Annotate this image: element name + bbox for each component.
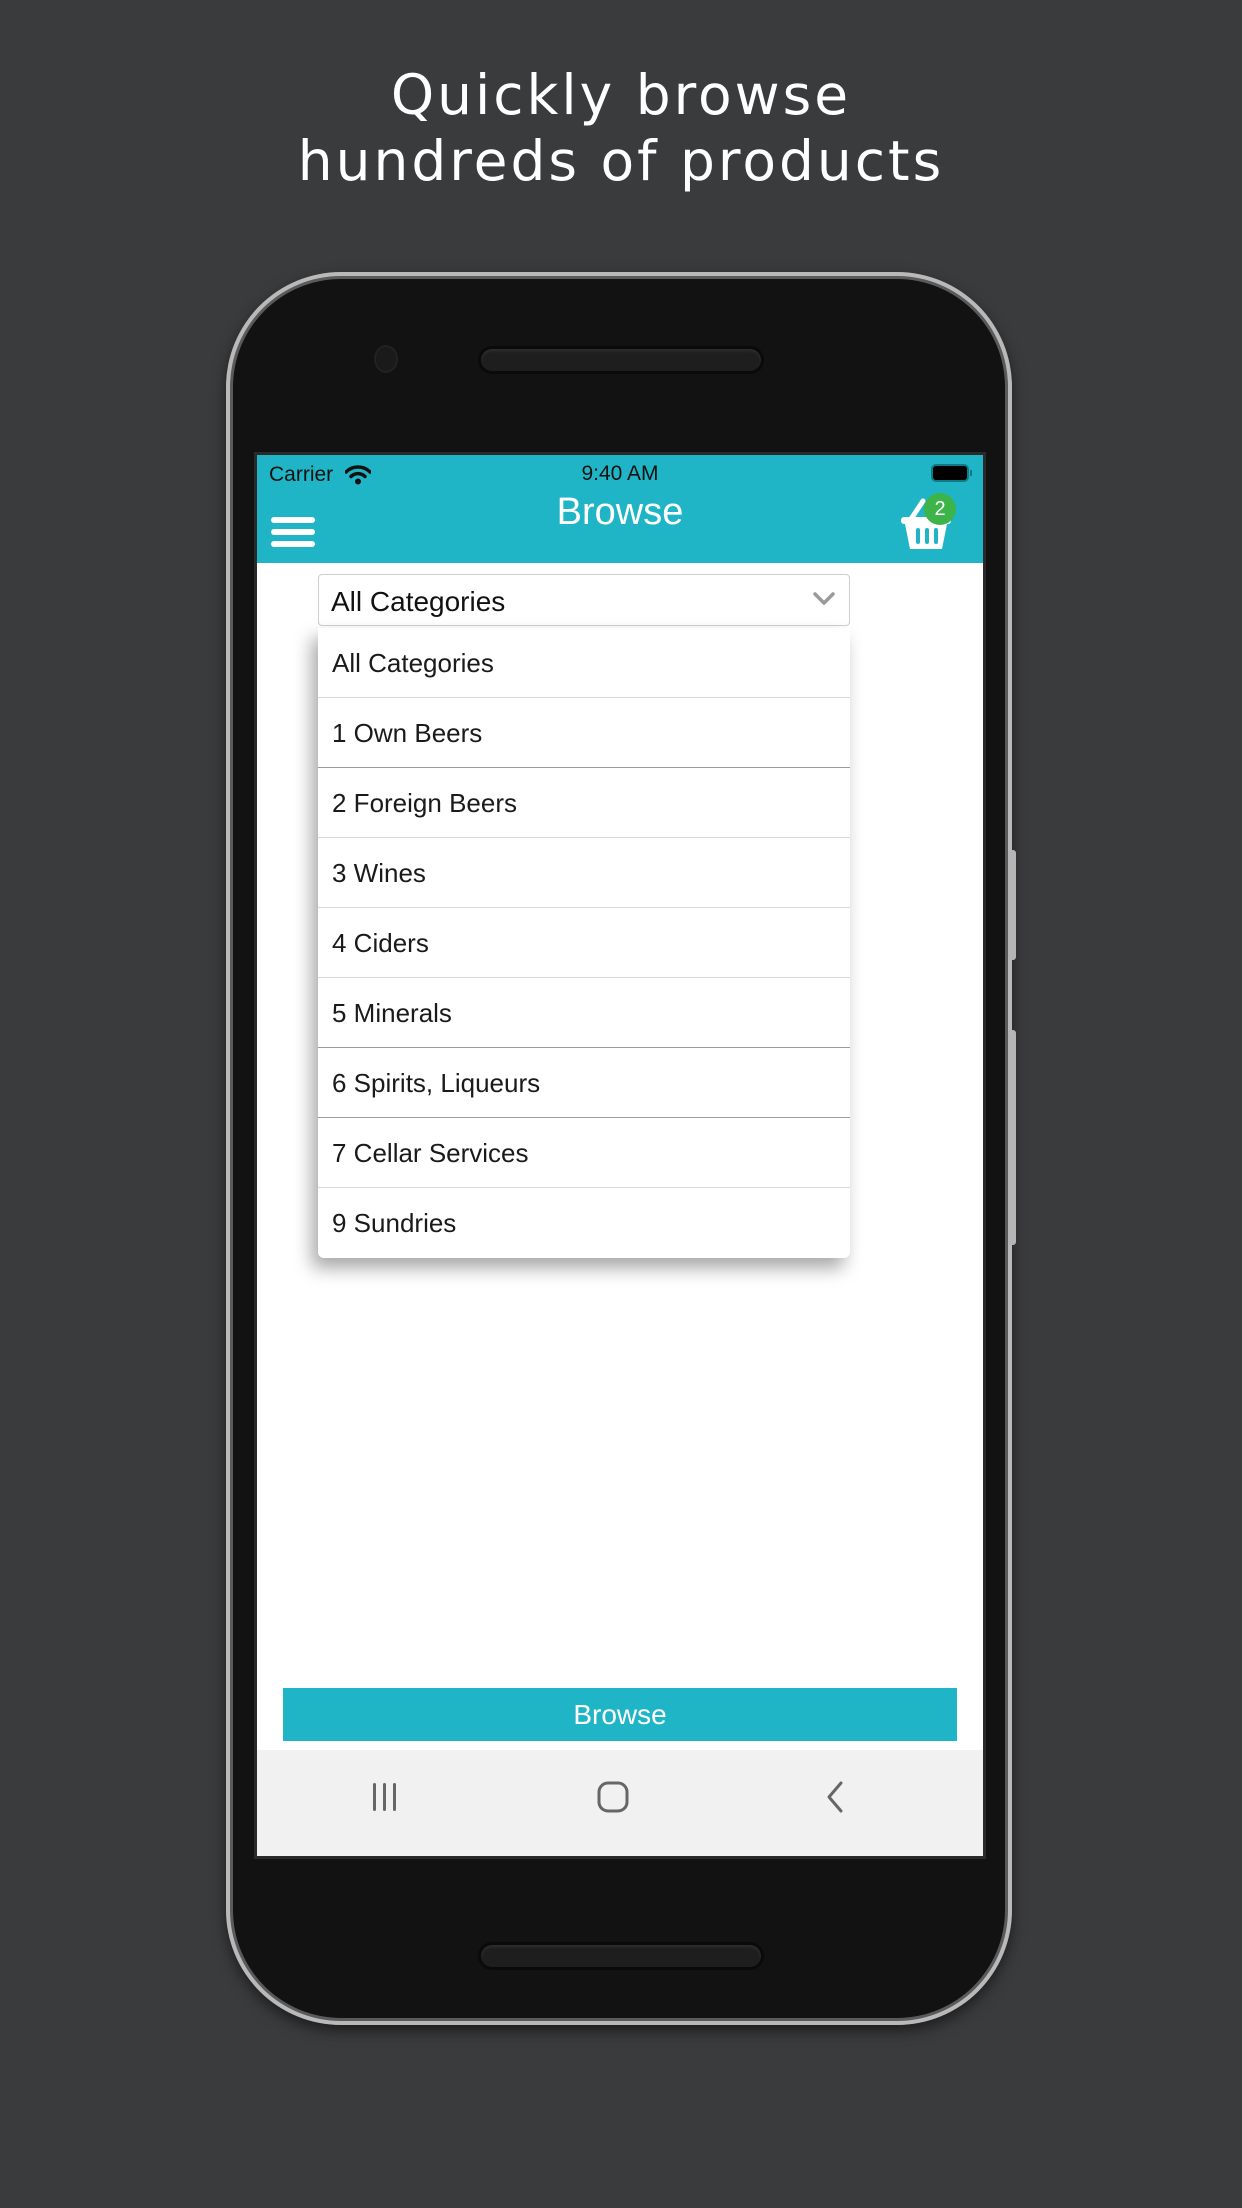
- back-icon[interactable]: [823, 1780, 847, 1814]
- battery-icon: [933, 466, 967, 480]
- front-camera: [376, 347, 396, 371]
- volume-button: [1008, 850, 1016, 960]
- top-speaker: [481, 349, 761, 371]
- category-option[interactable]: 2 Foreign Beers: [318, 768, 850, 838]
- category-option[interactable]: 4 Ciders: [318, 908, 850, 978]
- browse-button[interactable]: Browse: [283, 1688, 957, 1741]
- category-select-value: All Categories: [331, 586, 506, 617]
- page-title: Browse: [556, 491, 684, 533]
- category-option[interactable]: 7 Cellar Services: [318, 1118, 850, 1188]
- category-option[interactable]: 5 Minerals: [318, 978, 850, 1048]
- android-nav-bar: [257, 1750, 983, 1856]
- bottom-speaker: [481, 1945, 761, 1967]
- app-header: Carrier 9:40 AM Browse 2: [257, 455, 983, 563]
- app-screen: Carrier 9:40 AM Browse 2 All Categories: [257, 455, 983, 1856]
- category-option[interactable]: 3 Wines: [318, 838, 850, 908]
- promo-line-2: hundreds of products: [297, 129, 945, 193]
- recent-apps-icon[interactable]: [369, 1780, 401, 1814]
- status-time: 9:40 AM: [581, 462, 659, 485]
- battery-tip: [970, 470, 972, 476]
- category-dropdown-list: All Categories 1 Own Beers 2 Foreign Bee…: [318, 628, 850, 1258]
- category-option[interactable]: 1 Own Beers: [318, 698, 850, 768]
- chevron-down-icon: [813, 592, 835, 605]
- category-option[interactable]: 9 Sundries: [318, 1188, 850, 1258]
- category-select[interactable]: All Categories: [318, 574, 850, 626]
- promo-headline: Quickly browse hundreds of products: [0, 62, 1242, 194]
- home-icon[interactable]: [596, 1780, 630, 1814]
- promo-line-1: Quickly browse: [390, 63, 852, 127]
- category-option[interactable]: All Categories: [318, 628, 850, 698]
- category-option[interactable]: 6 Spirits, Liqueurs: [318, 1048, 850, 1118]
- power-button: [1008, 1030, 1016, 1245]
- cart-count-badge: 2: [924, 493, 956, 525]
